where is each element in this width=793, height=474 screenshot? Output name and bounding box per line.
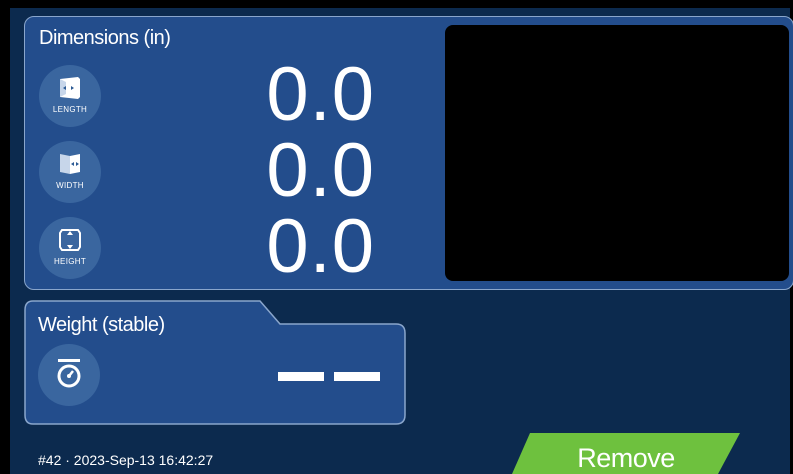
scale-icon (57, 359, 81, 388)
weight-value (278, 372, 382, 382)
length-value: 0.0 (266, 52, 375, 137)
remove-button-label: Remove (577, 443, 675, 473)
weight-dash (334, 372, 380, 381)
width-icon (60, 154, 80, 174)
height-icon (59, 229, 81, 251)
window-top-border (0, 0, 793, 8)
height-label: HEIGHT (53, 257, 87, 266)
width-label: WIDTH (56, 181, 84, 190)
scan-info: #42 · 2023-Sep-13 16:42:27 (38, 452, 214, 468)
length-row: LENGTH 0.0 (25, 52, 425, 139)
scale-icon-badge (38, 344, 100, 406)
weight-title: Weight (stable) (38, 314, 165, 336)
length-icon (60, 77, 80, 99)
remove-button[interactable]: Remove (512, 433, 740, 474)
height-icon-badge: HEIGHT (39, 217, 101, 279)
window-left-border (0, 0, 10, 474)
width-icon-badge: WIDTH (39, 141, 101, 203)
camera-view (445, 25, 789, 281)
dimensions-title: Dimensions (in) (39, 27, 171, 49)
length-label: LENGTH (52, 105, 88, 114)
weight-dash (278, 372, 324, 381)
width-value: 0.0 (266, 128, 375, 213)
height-value: 0.0 (266, 204, 375, 289)
weight-panel: Weight (stable) (24, 300, 406, 425)
dimensions-panel: Dimensions (in) LENGTH 0.0 WIDTH 0.0 HEI… (24, 16, 793, 290)
length-icon-badge: LENGTH (39, 65, 101, 127)
height-row: HEIGHT 0.0 (25, 209, 425, 293)
